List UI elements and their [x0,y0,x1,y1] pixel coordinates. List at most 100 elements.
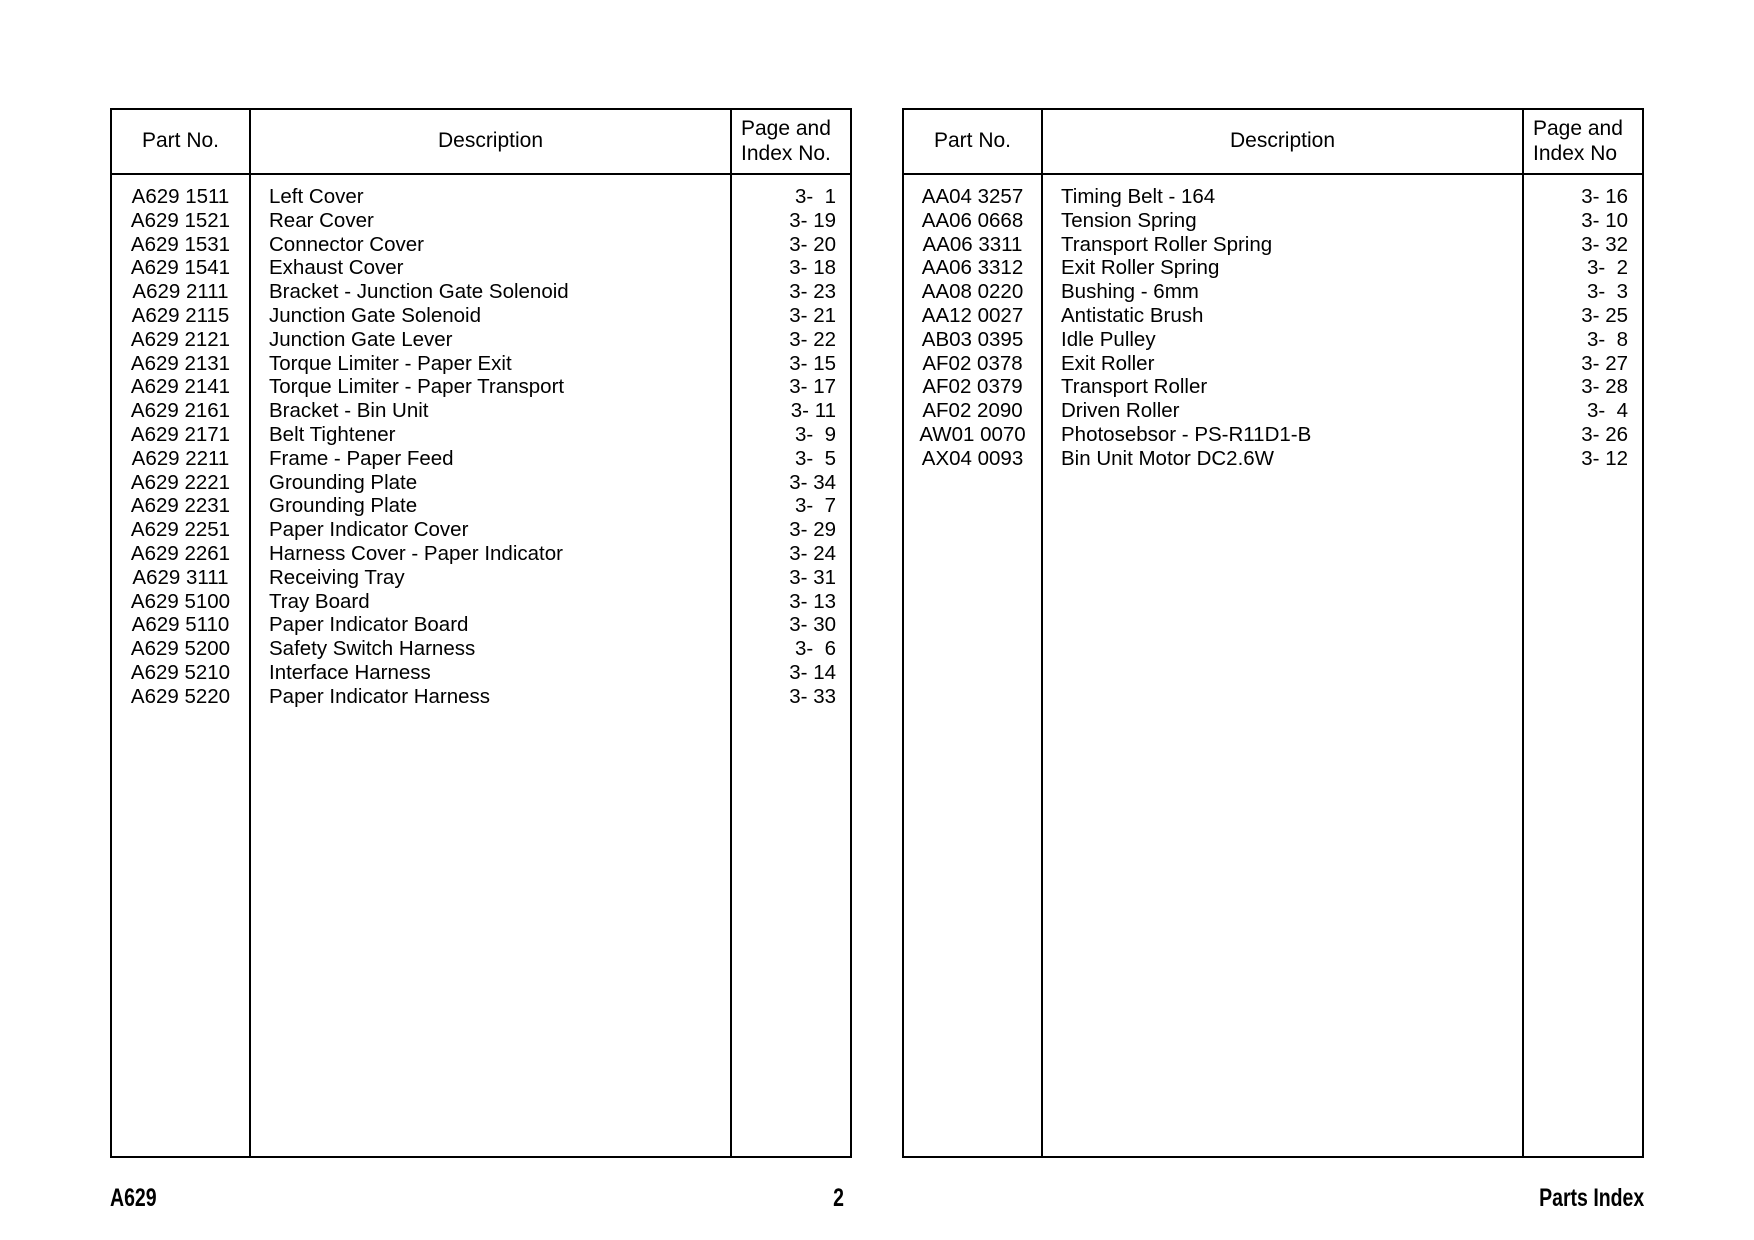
table-cell: Safety Switch Harness [269,637,476,661]
table-cell: Bushing - 6mm [1061,280,1199,304]
table-cell: Bracket - Bin Unit [269,399,429,423]
table-cell: A629 2171 [130,422,231,446]
table-cell: A629 2141 [130,375,231,399]
table-cell: Exit Roller Spring [1061,256,1220,280]
table-cell: A629 2111 [132,280,229,304]
table-cell: Idle Pulley [1061,327,1156,351]
table-cell: A629 5110 [131,613,230,637]
table-cell: A629 2121 [130,327,231,351]
left-parts-table: Part No. Description Page and Index No. … [110,108,852,1158]
parts-tables-container: Part No. Description Page and Index No. … [110,108,1644,1158]
table-cell: Transport Roller Spring [1061,232,1273,256]
table-cell: 3- 23 [789,280,836,304]
footer-document-title: Parts Index [1539,1183,1645,1212]
table-cell: 3- 2 [1586,256,1628,280]
table-cell: Junction Gate Lever [269,327,453,351]
left-header-part-no: Part No. [141,129,220,153]
table-cell: AX04 0093 [921,446,1024,470]
table-cell: Tension Spring [1061,208,1197,232]
table-cell: 3- 30 [789,613,836,637]
table-cell: 3- 26 [1581,422,1628,446]
table-cell: A629 2115 [131,303,230,327]
table-cell: AF02 2090 [922,399,1023,423]
table-cell: 3- 5 [794,446,836,470]
table-cell: 3- 6 [794,637,836,661]
table-cell: Exit Roller [1061,351,1155,375]
table-cell: 3- 28 [1581,375,1628,399]
table-cell: AA06 3312 [921,256,1024,280]
table-cell: AA06 3311 [922,232,1023,256]
table-cell: 3- 33 [789,684,836,708]
right-column-description: Timing Belt - 164 Tension Spring Transport… [1041,175,1524,1156]
table-cell: Paper Indicator Harness [269,684,491,708]
table-cell: A629 5220 [130,684,231,708]
table-cell: Receiving Tray [269,565,405,589]
table-cell: Torque Limiter - Paper Transport [269,375,565,399]
page-footer: A629 2 Parts Index [110,1178,1644,1218]
left-header-page-index: Page and Index No. [741,116,831,165]
table-cell: 3- 25 [1581,303,1628,327]
table-cell: 3- 24 [789,541,836,565]
table-cell: A629 2161 [130,399,231,423]
table-cell: Left Cover [269,185,364,208]
table-cell: Bin Unit Motor DC2.6W [1061,446,1275,470]
table-cell: 3- 15 [789,351,836,375]
table-cell: 3- 31 [789,565,836,589]
table-cell: Connector Cover [269,232,424,256]
right-table-body: AA04 3257 AA06 0668 AA06 3311 AA06 3312 AA08… [904,175,1642,1156]
table-cell: Rear Cover [269,208,374,232]
right-header-description: Description [1041,110,1524,173]
table-cell: AF02 0379 [922,375,1023,399]
table-cell: A629 2131 [130,351,231,375]
table-cell: A629 2231 [130,494,231,518]
table-cell: 3- 4 [1586,399,1628,423]
left-table-body: A629 1511 A629 1521 A629 1531 A629 1541 A629… [112,175,850,1156]
table-cell: Interface Harness [269,660,431,684]
table-cell: 3- 34 [789,470,836,494]
left-header-description: Description [249,110,732,173]
table-cell: AA06 0668 [921,208,1024,232]
table-cell: 3- 22 [789,327,836,351]
table-cell: Harness Cover - Paper Indicator [269,541,563,565]
table-cell: A629 5100 [130,589,231,613]
table-cell: A629 2221 [130,470,231,494]
table-cell: Frame - Paper Feed [269,446,454,470]
table-cell: A629 5210 [130,660,231,684]
table-cell: Photosebsor - PS-R11D1-B [1061,422,1312,446]
table-cell: AA08 0220 [921,280,1024,304]
table-cell: Timing Belt - 164 [1061,185,1216,208]
right-header-page-index: Page and Index No [1533,116,1623,165]
table-cell: Bracket - Junction Gate Solenoid [269,280,569,304]
right-header-part-no: Part No. [933,129,1012,153]
footer-model-code: A629 [110,1183,157,1212]
table-cell: 3- 17 [789,375,836,399]
table-cell: Tray Board [269,589,370,613]
table-cell: AA12 0027 [921,303,1024,327]
left-column-description: Left Cover Rear Cover Connector Cover Exhau… [249,175,732,1156]
table-cell: Paper Indicator Board [269,613,469,637]
table-cell: 3- 11 [790,399,836,423]
table-cell: AA04 3257 [921,185,1024,208]
parts-index-page: Part No. Description Page and Index No. … [0,0,1754,1240]
table-cell: 3- 27 [1581,351,1628,375]
table-cell: A629 3111 [132,565,229,589]
table-cell: 3- 3 [1586,280,1628,304]
table-cell: Grounding Plate [269,494,418,518]
table-cell: 3- 21 [789,303,836,327]
table-cell: 3- 20 [789,232,836,256]
table-cell: Paper Indicator Cover [269,518,469,542]
table-cell: A629 2211 [131,446,230,470]
table-cell: Exhaust Cover [269,256,404,280]
table-cell: Belt Tightener [269,422,396,446]
table-cell: 3- 29 [789,518,836,542]
table-cell: Torque Limiter - Paper Exit [269,351,512,375]
table-cell: 3- 14 [789,660,836,684]
table-cell: 3- 16 [1581,185,1628,208]
table-cell: AF02 0378 [922,351,1023,375]
table-cell: Grounding Plate [269,470,418,494]
table-cell: Driven Roller [1061,399,1180,423]
right-column-page-index: 3- 16 3- 10 3- 32 3- 2 3- 3 3- 25 3- 8 3- 27 3- … [1524,175,1642,1156]
table-cell: A629 5200 [130,637,231,661]
table-cell: A629 1531 [130,232,231,256]
left-column-part-no: A629 1511 A629 1521 A629 1531 A629 1541 A629… [112,175,249,1156]
